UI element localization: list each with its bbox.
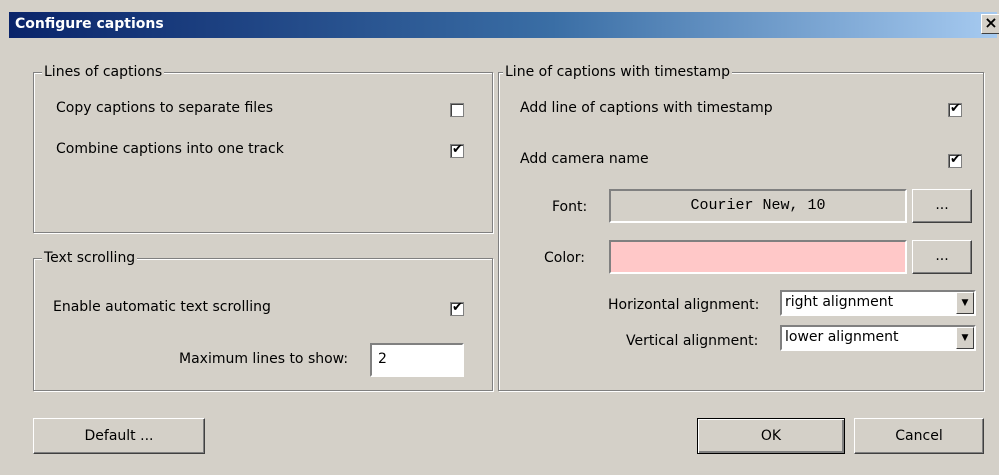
text-scrolling-group: Text scrolling Enable automatic text scr… <box>33 250 493 391</box>
color-swatch <box>609 240 907 274</box>
max-lines-input[interactable]: 2 <box>370 343 464 377</box>
add-timestamp-label: Add line of captions with timestamp <box>520 100 773 116</box>
horizontal-alignment-select[interactable]: right alignment ▼ <box>780 290 976 316</box>
font-label: Font: <box>552 199 588 215</box>
enable-scrolling-checkbox[interactable]: ✔ <box>450 300 464 316</box>
check-icon: ✔ <box>452 300 463 315</box>
horizontal-alignment-value: right alignment <box>785 294 894 310</box>
configure-captions-dialog: Configure captions × Lines of captions C… <box>0 0 999 475</box>
vertical-alignment-value: lower alignment <box>785 329 899 345</box>
lines-of-captions-group: Lines of captions Copy captions to separ… <box>33 64 493 233</box>
chevron-down-icon[interactable]: ▼ <box>956 292 974 314</box>
enable-scrolling-label: Enable automatic text scrolling <box>53 299 271 315</box>
close-icon: × <box>984 13 998 32</box>
copy-captions-checkbox[interactable] <box>450 103 464 117</box>
timestamp-line-legend: Line of captions with timestamp <box>503 64 732 80</box>
default-button[interactable]: Default ... <box>33 418 205 454</box>
dialog-body: Lines of captions Copy captions to separ… <box>9 38 997 475</box>
max-lines-label: Maximum lines to show: <box>179 351 349 367</box>
vertical-alignment-label: Vertical alignment: <box>626 333 759 349</box>
chevron-down-icon[interactable]: ▼ <box>956 327 974 349</box>
color-label: Color: <box>544 250 586 266</box>
close-button[interactable]: × <box>981 14 999 34</box>
add-camera-name-label: Add camera name <box>520 151 649 167</box>
font-display: Courier New, 10 <box>609 189 907 223</box>
font-browse-button[interactable]: ... <box>912 189 972 223</box>
check-icon: ✔ <box>950 152 961 167</box>
timestamp-line-group: Line of captions with timestamp Add line… <box>498 64 984 391</box>
vertical-alignment-select[interactable]: lower alignment ▼ <box>780 325 976 351</box>
dialog-title: Configure captions <box>15 16 164 32</box>
check-icon: ✔ <box>950 101 961 116</box>
ok-button[interactable]: OK <box>697 418 845 454</box>
cancel-button[interactable]: Cancel <box>854 418 984 454</box>
horizontal-alignment-label: Horizontal alignment: <box>608 297 760 313</box>
lines-of-captions-legend: Lines of captions <box>42 64 165 80</box>
combine-captions-checkbox[interactable]: ✔ <box>450 142 464 158</box>
font-value: Courier New, 10 <box>690 197 826 214</box>
text-scrolling-legend: Text scrolling <box>42 250 138 266</box>
add-timestamp-checkbox[interactable]: ✔ <box>948 101 962 117</box>
max-lines-value: 2 <box>378 351 387 367</box>
title-bar: Configure captions × <box>9 12 999 38</box>
add-camera-name-checkbox[interactable]: ✔ <box>948 152 962 168</box>
check-icon: ✔ <box>452 142 463 157</box>
combine-captions-label: Combine captions into one track <box>56 141 284 157</box>
color-browse-button[interactable]: ... <box>912 240 972 274</box>
copy-captions-label: Copy captions to separate files <box>56 100 274 116</box>
